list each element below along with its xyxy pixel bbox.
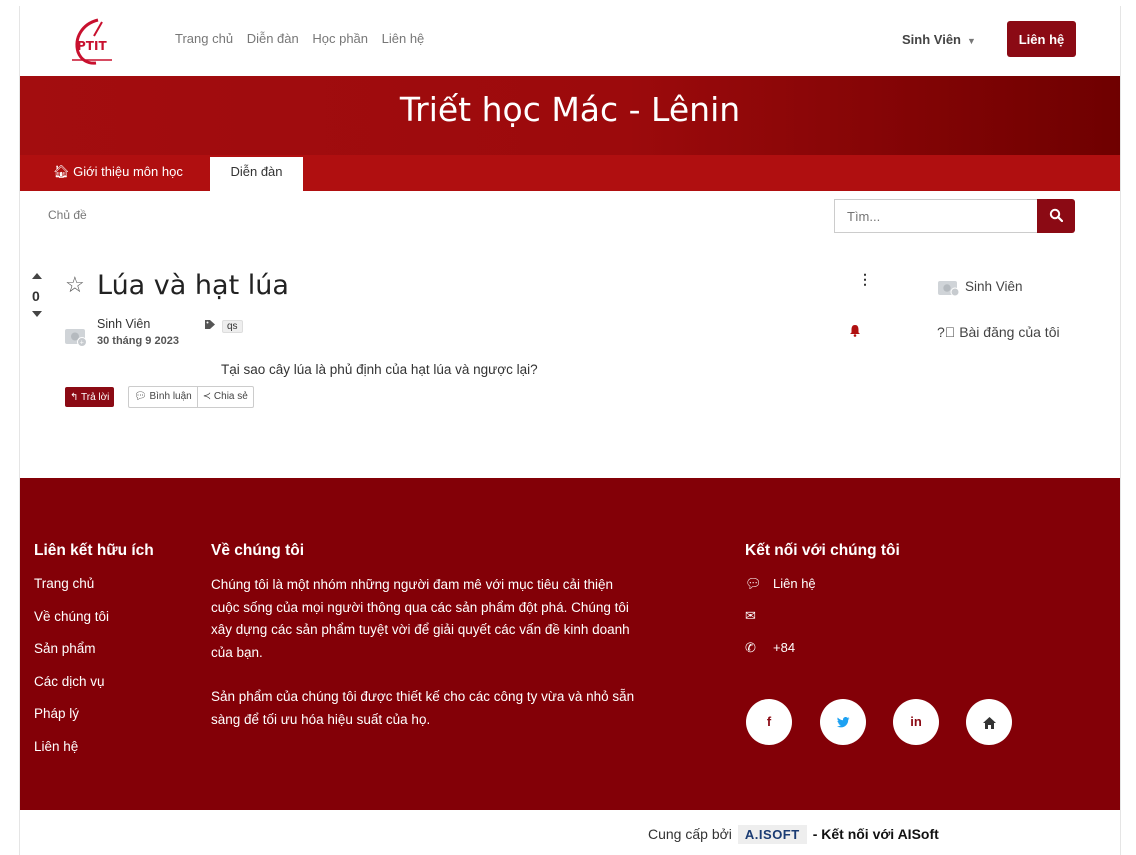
topic-label: Chủ đề [48,208,87,222]
provider-credit: Cung cấp bởi A.ISOFT - Kết nối với AISoft [648,825,939,844]
footer-link-contact[interactable]: Liên hệ [34,739,109,772]
navbar: PTIT Trang chủ Diễn đàn Học phần Liên hệ… [20,6,1120,76]
footer-link-services[interactable]: Các dịch vụ [34,674,109,707]
nav-links: Trang chủ Diễn đàn Học phần Liên hệ [175,31,434,46]
post-date: 30 tháng 9 2023 [97,335,179,347]
footer-contact-label: Liên hệ [773,576,816,591]
reply-button[interactable]: ↰ Trả lời [65,387,115,407]
share-button[interactable]: ≺ Chia sẻ [196,387,253,407]
nav-link-forum[interactable]: Diễn đàn [247,31,299,46]
page-frame: PTIT Trang chủ Diễn đàn Học phần Liên hệ… [19,6,1121,855]
footer-contact: 💬︎ Liên hệ ✉︎ ✆ +84 [745,576,816,672]
aisoft-connect-link[interactable]: - Kết nối với AISoft [813,826,939,842]
svg-text:+: + [80,340,84,347]
footer-links-heading: Liên kết hữu ích [34,542,154,559]
footer-links: Trang chủ Về chúng tôi Sản phẩm Các dịch… [34,576,109,771]
my-posts-label: Bài đăng của tôi [959,324,1060,340]
question-circle-icon: ?⃝ [937,324,956,340]
star-icon[interactable]: ☆ [65,272,85,298]
contact-button[interactable]: Liên hệ [1007,21,1076,57]
sidebar-user[interactable]: Sinh Viên [965,279,1023,294]
more-options-icon[interactable]: ⋮ [858,271,872,288]
reply-icon: ↰ [70,391,79,403]
footer-phone-number: +84 [773,640,796,655]
share-icon: ≺ [202,391,212,402]
chat-icon: 💬︎ [745,576,762,591]
post-body: Tại sao cây lúa là phủ định của hạt lúa … [221,362,538,377]
footer-link-home[interactable]: Trang chủ [34,576,109,609]
bell-icon[interactable] [849,324,861,337]
upvote-icon[interactable] [32,273,42,279]
footer-contact-link[interactable]: 💬︎ Liên hệ [745,576,816,608]
downvote-icon[interactable] [32,311,42,317]
envelope-icon: ✉︎ [745,608,756,623]
comment-icon: 💬︎ [134,391,147,402]
course-banner: Triết học Mác - Lênin 🏠︎ Giới thiệu môn … [20,76,1120,191]
sidebar-avatar [938,281,960,297]
course-title: Triết học Mác - Lênin [399,90,741,129]
footer-about-p1: Chúng tôi là một nhóm những người đam mê… [211,577,630,660]
provided-by-label: Cung cấp bởi [648,826,732,842]
footer-connect-heading: Kết nối với chúng tôi [745,542,900,559]
linkedin-icon[interactable]: in [893,699,939,745]
share-label: Chia sẻ [213,391,248,402]
course-tabs: 🏠︎ Giới thiệu môn học Diễn đàn [20,155,1120,191]
vote-count: 0 [32,288,40,304]
nav-link-courses[interactable]: Học phần [312,31,368,46]
nav-link-home[interactable]: Trang chủ [175,31,233,46]
ptit-logo[interactable]: PTIT [68,16,116,66]
caret-down-icon: ▼ [967,36,976,46]
footer: Liên kết hữu ích Trang chủ Về chúng tôi … [20,478,1120,810]
tab-intro-label: Giới thiệu môn học [73,164,183,179]
footer-link-legal[interactable]: Pháp lý [34,706,109,739]
footer-about-p2: Sản phẩm của chúng tôi được thiết kế cho… [211,689,635,727]
logo-text: PTIT [77,39,107,53]
avatar: + [65,329,87,347]
comment-label: Bình luận [149,391,192,402]
twitter-icon[interactable] [820,699,866,745]
user-dropdown[interactable]: Sinh Viên ▼ [902,32,976,47]
home-icon: 🏠︎ [53,164,70,179]
nav-link-contact[interactable]: Liên hệ [382,31,425,46]
reply-label: Trả lời [81,391,110,403]
footer-link-about[interactable]: Về chúng tôi [34,609,109,642]
footer-phone[interactable]: ✆ +84 [745,640,816,672]
post-actions: 💬︎ Bình luận ≺ Chia sẻ [128,386,254,408]
footer-about-text: Chúng tôi là một nhóm những người đam mê… [211,574,641,731]
facebook-icon[interactable]: f [746,699,792,745]
search-input[interactable] [834,199,1038,233]
post-tag[interactable]: qs [222,320,243,333]
tab-intro[interactable]: 🏠︎ Giới thiệu môn học [53,164,183,180]
home-icon[interactable] [966,699,1012,745]
search-button[interactable] [1037,199,1075,233]
tab-forum[interactable]: Diễn đàn [210,157,303,191]
post-author[interactable]: Sinh Viên [97,317,150,331]
sidebar-my-posts[interactable]: ?⃝ Bài đăng của tôi [937,324,1060,340]
comment-button[interactable]: 💬︎ Bình luận [129,387,197,407]
footer-about-heading: Về chúng tôi [211,542,304,559]
search-icon [1049,208,1064,222]
footer-email[interactable]: ✉︎ [745,608,816,640]
footer-link-products[interactable]: Sản phẩm [34,641,109,674]
user-name: Sinh Viên [902,32,961,47]
aisoft-logo[interactable]: A.ISOFT [737,825,807,844]
phone-icon: ✆ [745,640,756,655]
tag-icon [205,320,215,329]
post-title[interactable]: Lúa và hạt lúa [97,270,289,301]
